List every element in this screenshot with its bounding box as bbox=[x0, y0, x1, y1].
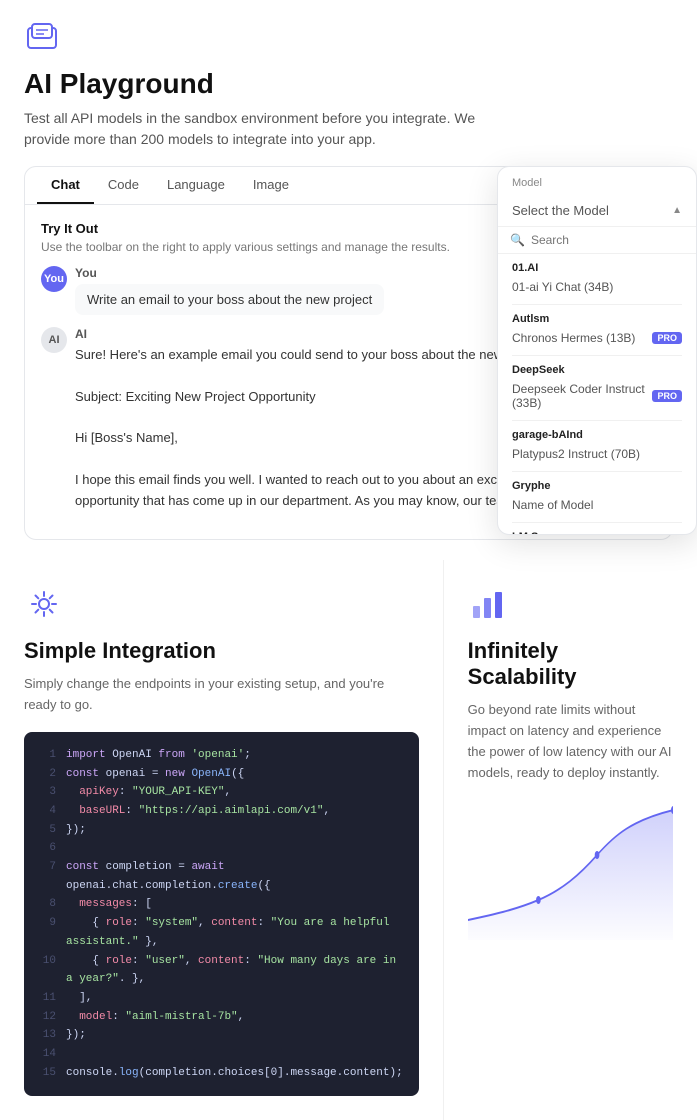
tab-code[interactable]: Code bbox=[94, 167, 153, 204]
model-search-input[interactable] bbox=[531, 233, 684, 247]
model-item[interactable]: 01-ai Yi Chat (34B) bbox=[512, 278, 682, 300]
model-item[interactable]: Platypus2 Instruct (70B) bbox=[512, 445, 682, 467]
pro-badge: PRO bbox=[652, 332, 682, 344]
feature-integration-title: Simple Integration bbox=[24, 638, 419, 664]
group-name-gryphe: Gryphe bbox=[512, 480, 682, 492]
model-select-text: Select the Model bbox=[512, 203, 609, 218]
model-group-gryphe: Gryphe Name of Model bbox=[498, 472, 696, 522]
code-line: 5 }); bbox=[40, 821, 403, 840]
code-line: 2 const openai = new OpenAI({ bbox=[40, 765, 403, 784]
chevron-up-icon: ▲ bbox=[672, 205, 682, 216]
main-area: Chat Code Language Image Try It Out Use … bbox=[0, 166, 697, 540]
model-group-lmsys: LM Sys Vicuna v1 (7B) MythoMax-L2 (13B) … bbox=[498, 523, 696, 534]
pro-badge: PRO bbox=[652, 390, 682, 402]
model-list: 01.AI 01-ai Yi Chat (34B) Autlsm Chronos… bbox=[498, 254, 696, 534]
code-block: 1 import OpenAI from 'openai'; 2 const o… bbox=[24, 732, 419, 1096]
group-name-01ai: 01.AI bbox=[512, 262, 682, 274]
model-group-autlsm: Autlsm Chronos Hermes (13B) PRO bbox=[498, 305, 696, 355]
ai-avatar: AI bbox=[41, 327, 67, 353]
scalability-chart bbox=[468, 800, 673, 940]
code-line: 3 apiKey: "YOUR_API-KEY", bbox=[40, 783, 403, 802]
code-line: 8 messages: [ bbox=[40, 895, 403, 914]
user-avatar-label: You bbox=[44, 273, 64, 285]
group-name-garage: garage-bAInd bbox=[512, 429, 682, 441]
logo-icon bbox=[24, 20, 60, 56]
model-name: 01-ai Yi Chat (34B) bbox=[512, 280, 613, 294]
code-line: 11 ], bbox=[40, 989, 403, 1008]
tab-image[interactable]: Image bbox=[239, 167, 303, 204]
feature-integration-desc: Simply change the endpoints in your exis… bbox=[24, 674, 419, 716]
model-item[interactable]: Chronos Hermes (13B) PRO bbox=[512, 329, 682, 351]
code-line: 1 import OpenAI from 'openai'; bbox=[40, 746, 403, 765]
user-label: You bbox=[75, 266, 384, 280]
code-line: 9 { role: "system", content: "You are a … bbox=[40, 914, 403, 951]
tab-language[interactable]: Language bbox=[153, 167, 239, 204]
model-item[interactable]: Name of Model bbox=[512, 496, 682, 518]
model-select-row[interactable]: Select the Model ▲ bbox=[498, 195, 696, 227]
model-name: Platypus2 Instruct (70B) bbox=[512, 447, 640, 461]
feature-scalability-title: Infinitely Scalability bbox=[468, 638, 673, 690]
model-name: Deepseek Coder Instruct (33B) bbox=[512, 382, 652, 410]
model-item[interactable]: Deepseek Coder Instruct (33B) PRO bbox=[512, 380, 682, 416]
feature-scalability: Infinitely Scalability Go beyond rate li… bbox=[444, 560, 697, 1120]
code-line: 14 bbox=[40, 1045, 403, 1064]
code-line: 7 const completion = await openai.chat.c… bbox=[40, 858, 403, 895]
code-line: 13 }); bbox=[40, 1026, 403, 1045]
code-line: 6 bbox=[40, 839, 403, 858]
header: AI Playground Test all API models in the… bbox=[0, 0, 697, 166]
model-name: Name of Model bbox=[512, 498, 593, 512]
model-group-01ai: 01.AI 01-ai Yi Chat (34B) bbox=[498, 254, 696, 304]
feature-scalability-desc: Go beyond rate limits without impact on … bbox=[468, 700, 673, 783]
model-group-deepseek: DeepSeek Deepseek Coder Instruct (33B) P… bbox=[498, 356, 696, 420]
feature-integration: Simple Integration Simply change the end… bbox=[0, 560, 444, 1120]
user-bubble: Write an email to your boss about the ne… bbox=[75, 284, 384, 315]
chart-area bbox=[468, 800, 673, 945]
user-avatar: You bbox=[41, 266, 67, 292]
code-line: 12 model: "aiml-mistral-7b", bbox=[40, 1008, 403, 1027]
search-icon: 🔍 bbox=[510, 233, 525, 247]
code-line: 4 baseURL: "https://api.aimlapi.com/v1", bbox=[40, 802, 403, 821]
code-line: 10 { role: "user", content: "How many da… bbox=[40, 952, 403, 989]
model-dropdown: Model Select the Model ▲ 🔍 01.AI 01-ai Y… bbox=[497, 166, 697, 535]
page-title: AI Playground bbox=[24, 68, 673, 100]
group-name-deepseek: DeepSeek bbox=[512, 364, 682, 376]
model-group-garage: garage-bAInd Platypus2 Instruct (70B) bbox=[498, 421, 696, 471]
bottom-section: Simple Integration Simply change the end… bbox=[0, 560, 697, 1120]
ai-avatar-label: AI bbox=[49, 334, 60, 346]
page-description: Test all API models in the sandbox envir… bbox=[24, 108, 484, 150]
gear-icon bbox=[24, 584, 64, 624]
group-name-lmsys: LM Sys bbox=[512, 531, 682, 534]
model-panel-label: Model bbox=[498, 167, 696, 195]
model-name: Chronos Hermes (13B) bbox=[512, 331, 635, 345]
model-search-box: 🔍 bbox=[498, 227, 696, 254]
chart-icon bbox=[468, 584, 508, 624]
tab-chat[interactable]: Chat bbox=[37, 167, 94, 204]
group-name-autlsm: Autlsm bbox=[512, 313, 682, 325]
code-line: 15 console.log(completion.choices[0].mes… bbox=[40, 1064, 403, 1083]
